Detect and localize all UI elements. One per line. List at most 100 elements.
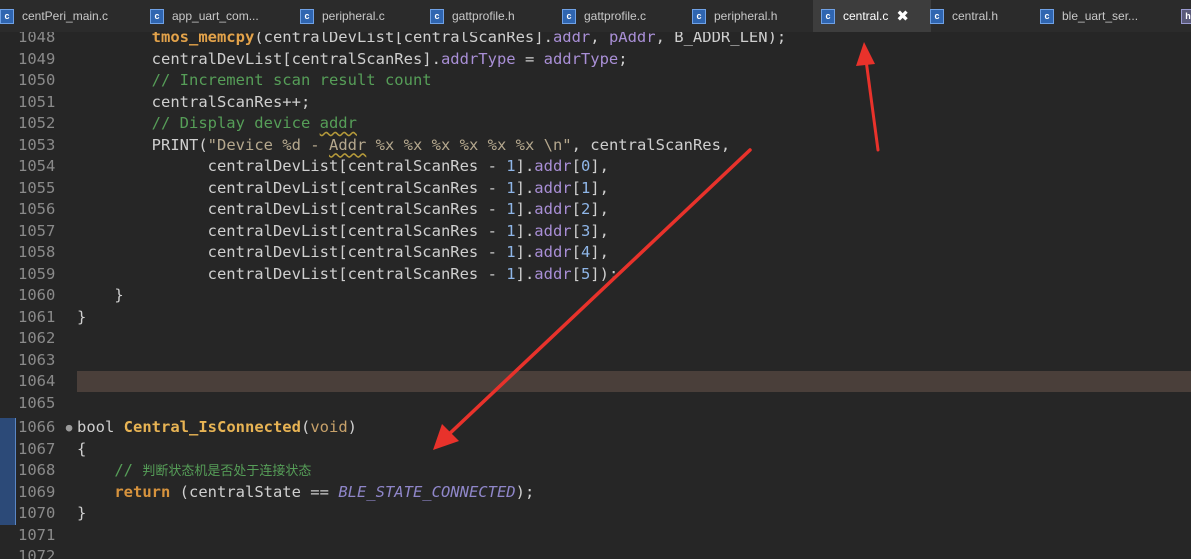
fold-marker-icon[interactable]: ● [62,417,76,438]
c-file-icon: c [930,8,944,24]
code-line: 1072 [0,546,1191,559]
line-number: 1058 [18,243,56,261]
code-line: 1056 centralDevList[centralScanRes - 1].… [0,199,1191,220]
code-text: centralDevList[centralScanRes - 1].addr[… [77,200,609,218]
line-number: 1057 [18,221,56,240]
code-text: } [77,504,87,522]
code-text: } [77,286,124,304]
c-file-icon: c [300,8,314,24]
code-line: 1050 // Increment scan result count [0,70,1191,91]
code-text: centralDevList[centralScanRes].addrType … [77,49,628,68]
close-icon[interactable]: ✖ [896,7,909,25]
line-number: 1066 [18,418,56,436]
tab-app-uart-com[interactable]: c app_uart_com... [150,0,259,32]
tab-gattprofile-h[interactable]: c gattprofile.h [430,0,515,32]
code-line: 1053 PRINT("Device %d - Addr %x %x %x %x… [0,135,1191,156]
code-text: tmos_memcpy(centralDevList[centralScanRe… [151,32,787,46]
line-number: 1050 [18,71,56,89]
c-file-icon: c [0,8,14,24]
c-file-icon: c [821,8,835,24]
code-text: centralDevList[centralScanRes - 1].addr[… [77,264,619,283]
current-line-highlight [77,371,1191,392]
code-text: centralDevList[centralScanRes - 1].addr[… [77,157,609,175]
tab-peripheral-h[interactable]: c peripheral.h [692,0,777,32]
code-text: centralScanRes++; [77,92,311,111]
code-line: 1065 [0,393,1191,414]
h-file-icon: h [1181,8,1191,24]
code-text: // Display device addr [151,114,357,132]
code-line: 1059 centralDevList[centralScanRes - 1].… [0,264,1191,285]
tab-peripheral-c[interactable]: c peripheral.c [300,0,385,32]
line-number: 1068 [18,461,56,479]
code-line: 1052 // Display device addr [0,113,1191,134]
line-number: 1056 [18,200,56,218]
tab-label: central.h [952,9,999,23]
tab-label: peripheral.c [322,9,385,23]
line-number: 1060 [18,286,56,304]
code-line: 1071 [0,525,1191,546]
code-text: // 判断状态机是否处于连接状态 [114,461,312,479]
line-number: 1059 [18,264,56,283]
code-line: 1061 } [0,307,1191,328]
code-line: 1062 [0,328,1191,349]
code-line: 1054 centralDevList[centralScanRes - 1].… [0,156,1191,177]
tab-ble-uart-ser[interactable]: c ble_uart_ser... [1040,0,1138,32]
tab-label: gattprofile.c [584,9,647,23]
code-text: PRINT("Device %d - Addr %x %x %x %x %x %… [77,135,731,154]
tab-central-c[interactable]: c central.c ✖ [813,0,931,32]
tab-label: gattprofile.h [452,9,515,23]
line-number: 1055 [18,178,56,197]
code-line: 1055 centralDevList[centralScanRes - 1].… [0,178,1191,199]
code-text: centralDevList[centralScanRes - 1].addr[… [77,243,609,261]
code-line: 1049 centralDevList[centralScanRes].addr… [0,49,1191,70]
tab-label: app_uart_com... [172,9,259,23]
code-text: { [77,439,87,458]
line-number: 1049 [18,49,56,68]
code-editor[interactable]: 1048 tmos_memcpy(centralDevList[centralS… [0,32,1191,559]
line-number: 1064 [18,372,56,390]
code-line: 1067 { [0,439,1191,460]
code-text: centralDevList[centralScanRes - 1].addr[… [77,221,609,240]
line-number: 1072 [18,547,56,559]
code-line: 1070 } [0,503,1191,524]
c-file-icon: c [1040,8,1054,24]
code-line: 1051 centralScanRes++; [0,92,1191,113]
code-text: } [77,307,87,326]
code-line: 1057 centralDevList[centralScanRes - 1].… [0,221,1191,242]
code-line: 1066 ● bool Central_IsConnected(void) [0,417,1191,438]
line-number: 1071 [18,525,56,544]
tab-label: central.c [843,9,889,23]
tab-label: centPeri_main.c [22,9,109,23]
tab-overflow-h[interactable]: h [1181,0,1191,32]
line-number: 1048 [18,32,56,46]
code-text: centralDevList[centralScanRes - 1].addr[… [77,178,609,197]
code-line: 1069 return (centralState == BLE_STATE_C… [0,482,1191,503]
c-file-icon: c [430,8,444,24]
code-text: return (centralState == BLE_STATE_CONNEC… [114,482,535,501]
line-number: 1051 [18,92,56,111]
line-number: 1063 [18,350,56,369]
line-number: 1067 [18,439,56,458]
code-line: 1060 } [0,285,1191,306]
current-line[interactable]: 1064 [0,371,1191,392]
code-line: 1068 // 判断状态机是否处于连接状态 [0,460,1191,481]
tab-centperi-main-c[interactable]: c centPeri_main.c [0,0,108,32]
code-line: 1063 [0,350,1191,371]
tab-central-h[interactable]: c central.h [930,0,998,32]
code-line: 1058 centralDevList[centralScanRes - 1].… [0,242,1191,263]
editor-tab-bar: c centPeri_main.c c app_uart_com... c pe… [0,0,1191,33]
code-text: // Increment scan result count [151,71,432,89]
line-number: 1061 [18,307,56,326]
line-number: 1062 [18,329,56,347]
line-number: 1065 [18,393,56,412]
line-number: 1070 [18,504,56,522]
line-number: 1054 [18,157,56,175]
line-number: 1069 [18,482,56,501]
code-text: bool Central_IsConnected(void) [77,418,357,436]
c-file-icon: c [150,8,164,24]
line-number: 1052 [18,114,56,132]
tab-gattprofile-c[interactable]: c gattprofile.c [562,0,646,32]
line-number: 1053 [18,135,56,154]
tab-label: peripheral.h [714,9,778,23]
c-file-icon: c [692,8,706,24]
